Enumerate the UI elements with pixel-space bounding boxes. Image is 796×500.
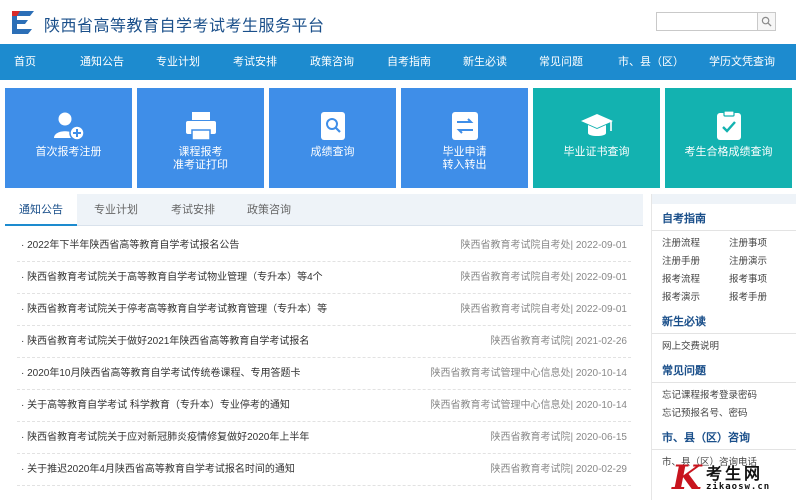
nav-item-newcomer[interactable]: 新生必读	[462, 44, 508, 80]
news-meta: 陕西省教育考试管理中心信息处| 2020-10-14	[430, 368, 627, 379]
sidebar-link[interactable]: 报考流程	[662, 271, 729, 289]
sidebar: 自考指南 注册流程 注册事项 注册手册 注册演示 报考流程 报考事项 报考演示 …	[651, 194, 796, 500]
news-meta: 陕西省教育考试院自考处| 2022-09-01	[460, 240, 627, 251]
sidebar-link[interactable]: 注册手册	[662, 253, 729, 271]
list-item: · 2020年10月陕西省高等教育自学考试传统卷课程、专用答题卡 陕西省教育考试管…	[17, 358, 631, 390]
tab-policy[interactable]: 政策咨询	[231, 194, 307, 226]
sidebar-link[interactable]: 注册演示	[729, 253, 796, 271]
tab-notices[interactable]: 通知公告	[5, 194, 77, 226]
header: 陕西省高等教育自学考试考生服务平台	[0, 0, 796, 44]
nav-item-guide[interactable]: 自考指南	[356, 44, 462, 80]
tile-label: 毕业申请	[442, 146, 487, 158]
main-nav: 首页 通知公告 专业计划 考试安排 政策咨询 自考指南 新生必读 常见问题 市、…	[0, 44, 796, 104]
list-item: · 陕西省教育考试院关于高等教育自学考试物业管理（专升本）等4个 陕西省教育考试院…	[17, 262, 631, 294]
news-title-link[interactable]: · 关于推迟2020年4月陕西省高等教育自学考试报名时间的通知	[21, 454, 295, 486]
list-item: · 2022年下半年陕西省高等教育自学考试报名公告 陕西省教育考试院自考处| 20…	[17, 230, 631, 262]
sidebar-heading-faq[interactable]: 常见问题	[652, 356, 796, 383]
sidebar-links-faq: 忘记课程报考登录密码 忘记预报名号、密码	[652, 387, 796, 423]
tile-score-query[interactable]: 成绩查询	[269, 88, 396, 188]
checklist-icon	[716, 110, 741, 140]
nav-item-home[interactable]: 首页	[0, 44, 50, 80]
tile-label: 毕业证书查询	[563, 146, 630, 158]
sidebar-heading-city-consult[interactable]: 市、县（区）咨询	[652, 423, 796, 450]
logo-icon	[12, 11, 34, 34]
news-title-link[interactable]: · 陕西省教育考试院关于停考高等教育自学考试教育管理（专升本）等	[21, 294, 327, 326]
tile-label: 课程报考	[178, 146, 223, 158]
sidebar-topbar	[652, 194, 796, 204]
list-item: · 陕西省教育考试院关于做好2021年陕西省高等教育自学考试报名 陕西省教育考试院…	[17, 326, 631, 358]
news-meta: 陕西省教育考试院| 2020-06-15	[490, 432, 627, 443]
search-button[interactable]	[757, 12, 776, 31]
sidebar-link[interactable]: 报考事项	[729, 271, 796, 289]
list-item: · 关于推迟2020年4月陕西省高等教育自学考试报名时间的通知 陕西省教育考试院|…	[17, 454, 631, 486]
nav-item-faq[interactable]: 常见问题	[508, 44, 614, 80]
news-title-link[interactable]: · 2022年下半年陕西省高等教育自学考试报名公告	[21, 230, 239, 262]
graduation-cap-icon	[580, 114, 613, 136]
sidebar-link[interactable]: 报考演示	[662, 289, 729, 307]
site-title: 陕西省高等教育自学考试考生服务平台	[44, 18, 325, 35]
news-meta: 陕西省教育考试院| 2020-02-29	[490, 464, 627, 475]
news-tabs: 通知公告 专业计划 考试安排 政策咨询	[5, 194, 643, 226]
sidebar-links-guide: 注册流程 注册事项 注册手册 注册演示 报考流程 报考事项 报考演示 报考手册	[652, 235, 796, 307]
news-title-link[interactable]: · 2020年10月陕西省高等教育自学考试传统卷课程、专用答题卡	[21, 358, 300, 390]
tile-label: 准考证打印	[173, 159, 228, 171]
nav-item-major-plan[interactable]: 专业计划	[154, 44, 202, 80]
sidebar-link[interactable]: 网上交费说明	[662, 338, 796, 356]
tile-qualified-score-query[interactable]: 考生合格成绩查询	[665, 88, 792, 188]
sidebar-link[interactable]: 忘记课程报考登录密码	[662, 387, 796, 405]
watermark-logo-letter: K	[672, 458, 702, 498]
search-icon	[761, 16, 772, 27]
news-title-link[interactable]: · 陕西省教育考试院关于做好2021年陕西省高等教育自学考试报名	[21, 326, 309, 358]
watermark: K 考生网 zikaosw.cn	[672, 456, 796, 500]
list-item: · 陕西省教育考试院关于停考高等教育自学考试教育管理（专升本）等 陕西省教育考试院…	[17, 294, 631, 326]
search-doc-icon	[320, 112, 345, 140]
nav-item-city-consult[interactable]: 市、县（区）咨询	[614, 44, 688, 104]
sidebar-links-newcomer: 网上交费说明	[652, 338, 796, 356]
sidebar-link[interactable]: 报考手册	[729, 289, 796, 307]
nav-item-diploma-query[interactable]: 学历文凭查询	[688, 44, 796, 80]
tile-first-registration[interactable]: 首次报考注册	[5, 88, 132, 188]
sidebar-heading-newcomer[interactable]: 新生必读	[652, 307, 796, 334]
tile-label: 转入转出	[442, 159, 487, 171]
function-tiles: 首次报考注册 课程报考准考证打印 成绩查询 毕业申请转入转出 毕业证书查询	[5, 88, 792, 188]
watermark-text: 考生网	[706, 464, 764, 483]
sidebar-heading-guide[interactable]: 自考指南	[652, 204, 796, 231]
tile-graduation-apply[interactable]: 毕业申请 转入转出	[401, 88, 528, 188]
user-add-icon	[53, 112, 85, 141]
sidebar-link[interactable]: 注册事项	[729, 235, 796, 253]
list-item: · 陕西省教育考试院关于应对新冠肺炎疫情修复做好2020年上半年 陕西省教育考试院…	[17, 422, 631, 454]
news-meta: 陕西省教育考试院| 2021-02-26	[490, 336, 627, 347]
news-panel: 通知公告 专业计划 考试安排 政策咨询 · 2022年下半年陕西省高等教育自学考…	[5, 194, 643, 500]
watermark-url: zikaosw.cn	[706, 482, 771, 492]
news-title-link[interactable]: · 陕西省教育考试院关于高等教育自学考试物业管理（专升本）等4个	[21, 262, 323, 294]
news-list: · 2022年下半年陕西省高等教育自学考试报名公告陕西省教育考试院自考处| 20…	[5, 226, 643, 486]
list-item: · 关于高等教育自学考试 科学教育（专升本）专业停考的通知 陕西省教育考试管理中心…	[17, 390, 631, 422]
transfer-icon	[451, 112, 478, 140]
tab-exam-schedule[interactable]: 考试安排	[155, 194, 231, 226]
news-meta: 陕西省教育考试管理中心信息处| 2020-10-14	[430, 400, 627, 411]
sidebar-link[interactable]: 注册流程	[662, 235, 729, 253]
tile-label: 考生合格成绩查询	[684, 146, 773, 158]
tile-label: 成绩查询	[310, 146, 355, 158]
printer-icon	[185, 112, 216, 141]
nav-item-notices[interactable]: 通知公告	[50, 44, 154, 80]
news-meta: 陕西省教育考试院自考处| 2022-09-01	[460, 304, 627, 315]
tile-label: 首次报考注册	[35, 146, 102, 158]
news-meta: 陕西省教育考试院自考处| 2022-09-01	[460, 272, 627, 283]
tile-certificate-query[interactable]: 毕业证书查询	[533, 88, 660, 188]
news-title-link[interactable]: · 关于高等教育自学考试 科学教育（专升本）专业停考的通知	[21, 390, 290, 422]
nav-item-exam-schedule[interactable]: 考试安排	[202, 44, 308, 80]
news-title-link[interactable]: · 陕西省教育考试院关于应对新冠肺炎疫情修复做好2020年上半年	[21, 422, 309, 454]
sidebar-link[interactable]: 忘记预报名号、密码	[662, 405, 796, 423]
tab-major-plan[interactable]: 专业计划	[77, 194, 155, 226]
tile-course-apply[interactable]: 课程报考 准考证打印	[137, 88, 264, 188]
nav-item-policy[interactable]: 政策咨询	[308, 44, 356, 80]
